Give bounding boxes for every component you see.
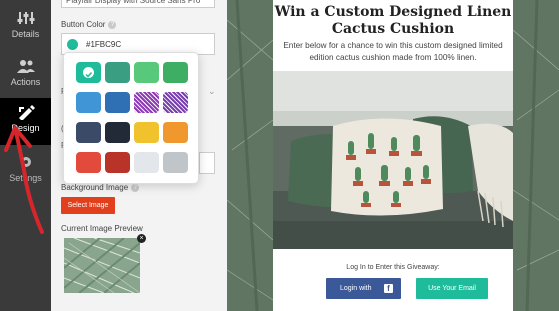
giveaway-title: Win a Custom Designed Linen Cactus Cushi… [274,4,512,37]
color-swatch[interactable] [105,62,130,83]
sidebar-item-label: Actions [10,77,41,87]
sidebar-item-label: Details [11,29,40,39]
font-select[interactable]: Playfair Display with Source Sans Pro [61,0,215,8]
color-swatch-preview[interactable] [67,39,78,50]
giveaway-image [273,71,513,249]
current-image-thumbnail [64,238,140,293]
color-swatch[interactable] [163,92,188,113]
facebook-login-button[interactable]: Login with f [326,278,401,299]
builder-sidebar: Details Actions Design Settings [0,0,51,311]
sidebar-item-label: Settings [9,173,42,183]
remove-image-button[interactable]: × [137,234,146,243]
use-email-button[interactable]: Use Your Email [416,278,488,299]
giveaway-card: Win a Custom Designed Linen Cactus Cushi… [273,0,513,311]
color-swatch[interactable] [163,62,188,83]
check-icon [83,67,94,78]
people-icon [16,60,35,73]
button-color-hex[interactable]: #1FBC9C [86,40,121,49]
sidebar-item-details[interactable]: Details [0,4,51,51]
sliders-icon [17,12,34,24]
color-swatch[interactable] [134,62,159,83]
color-swatch[interactable] [163,122,188,143]
color-swatch[interactable] [105,92,130,113]
sidebar-item-settings[interactable]: Settings [0,148,51,195]
color-swatch[interactable] [76,122,101,143]
color-swatch[interactable] [134,152,159,173]
facebook-login-label: Login with [340,285,372,292]
giveaway-description: Enter below for a chance to win this cus… [283,41,503,62]
design-icon [18,105,35,120]
current-image-preview-label: Current Image Preview [61,224,143,233]
select-image-button[interactable]: Select Image [61,197,115,214]
login-prompt: Log In to Enter this Giveaway: [346,264,440,271]
sidebar-item-label: Design [11,123,40,133]
facebook-icon: f [384,284,393,293]
sidebar-item-design[interactable]: Design [0,98,51,145]
color-swatch[interactable] [105,122,130,143]
color-swatch[interactable] [134,122,159,143]
color-swatch[interactable] [163,152,188,173]
color-swatch[interactable] [105,152,130,173]
giveaway-preview: Win a Custom Designed Linen Cactus Cushi… [227,0,559,311]
color-picker-popup [63,52,199,184]
chevron-down-icon[interactable]: ⌄ [208,86,216,97]
color-swatch[interactable] [76,62,101,83]
sidebar-item-actions[interactable]: Actions [0,52,51,99]
hidden-field[interactable] [199,152,215,174]
color-swatch[interactable] [76,152,101,173]
button-color-label: Button Color? [61,20,117,29]
gear-icon [20,157,31,167]
help-icon[interactable]: ? [108,20,117,29]
color-swatch[interactable] [134,92,159,113]
color-swatch[interactable] [76,92,101,113]
help-icon[interactable]: ? [131,183,140,192]
background-image-label: Background Image? [61,183,140,192]
